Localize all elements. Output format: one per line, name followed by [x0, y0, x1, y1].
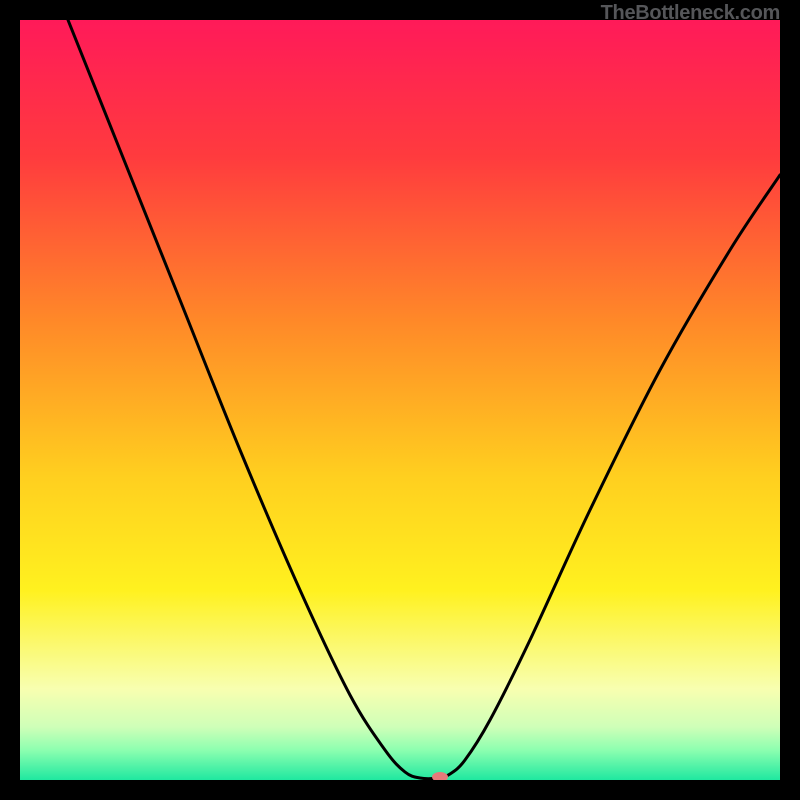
attribution-text: TheBottleneck.com [601, 2, 780, 25]
outer-frame: TheBottleneck.com [0, 0, 800, 800]
bottleneck-curve [68, 20, 780, 779]
optimum-marker [432, 772, 448, 780]
curve-layer [20, 20, 780, 780]
